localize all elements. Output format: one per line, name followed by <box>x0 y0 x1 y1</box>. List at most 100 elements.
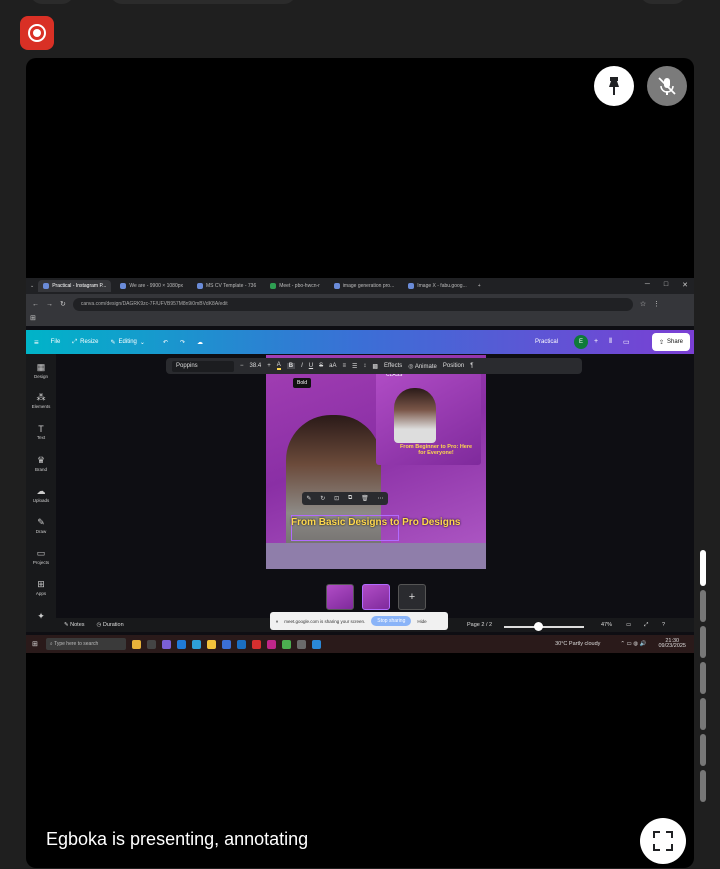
cloud-save-icon[interactable]: ☁ <box>197 339 203 346</box>
add-collaborator-icon[interactable]: + <box>594 338 598 346</box>
magic-edit-icon[interactable]: ✎ <box>306 495 311 502</box>
page-thumbnail[interactable] <box>326 584 354 610</box>
browser-tab[interactable]: Meet - pbo-hwcn-r <box>265 280 325 292</box>
sidebar-item-elements[interactable]: ⁂ Elements <box>26 392 56 409</box>
browser-tab[interactable]: MS CV Template - 736 <box>192 280 261 292</box>
align-icon[interactable]: ≡ <box>342 363 346 369</box>
position-button[interactable]: Position <box>443 363 464 369</box>
redo-button[interactable]: ↷ <box>180 339 185 346</box>
help-icon[interactable]: ? <box>662 622 665 628</box>
reload-icon[interactable]: ↻ <box>60 300 66 308</box>
sidebar-item-text[interactable]: T Text <box>26 424 56 440</box>
magic-button[interactable]: ✦ <box>26 611 56 623</box>
stop-sharing-button[interactable]: Stop sharing <box>371 616 412 626</box>
back-icon[interactable]: ← <box>32 301 39 308</box>
windows-start-icon[interactable]: ⊞ <box>32 640 38 648</box>
close-icon[interactable]: ✕ <box>682 281 688 289</box>
copy-style-icon[interactable]: ¶ <box>470 363 473 369</box>
text-color-icon[interactable]: A <box>276 362 281 370</box>
address-bar[interactable]: canva.com/design/DAGRK9zc-7F/UFVB957M8n9… <box>72 297 633 311</box>
app-icon[interactable] <box>161 639 171 649</box>
animate-button[interactable]: ◎ Animate <box>408 363 437 370</box>
page-thumbnail[interactable] <box>362 584 390 610</box>
browser-tab[interactable]: Practical - Instagram P... <box>38 280 112 292</box>
apps-grid-icon[interactable]: ⊞ <box>30 315 36 322</box>
analytics-icon[interactable]: ⫴ <box>609 338 612 346</box>
case-button[interactable]: aA <box>329 363 336 369</box>
taskbar-search-box[interactable]: ⌕ Type here to search <box>45 638 126 650</box>
font-size-value[interactable]: 38.4 <box>250 363 262 369</box>
new-tab-button[interactable]: + <box>478 283 481 289</box>
clock[interactable]: 21:30 09/23/2025 <box>658 638 686 650</box>
youtube-icon[interactable] <box>251 639 261 649</box>
spacing-icon[interactable]: ↕ <box>363 363 366 369</box>
transparency-icon[interactable]: ▩ <box>372 363 378 370</box>
top-control[interactable] <box>30 0 74 4</box>
edge-icon[interactable] <box>176 639 186 649</box>
file-menu[interactable]: File <box>51 339 61 345</box>
recording-button[interactable] <box>20 16 54 50</box>
document-title[interactable]: Practical <box>535 339 558 345</box>
duplicate-icon[interactable]: ⧉ <box>348 495 352 502</box>
browser-tab[interactable]: image generation pro... <box>329 280 399 292</box>
italic-button[interactable]: I <box>301 363 303 369</box>
browser-tab[interactable]: Image X - fabu.goog... <box>403 280 471 292</box>
comments-icon[interactable]: ▭ <box>623 338 630 346</box>
zoom-slider[interactable] <box>504 626 584 628</box>
chrome-icon[interactable] <box>281 639 291 649</box>
mail-icon[interactable] <box>236 639 246 649</box>
inset-design-card[interactable]: CLASS From Beginner to Pro: Here for Eve… <box>376 370 481 465</box>
browser-tab[interactable]: We are - 9900 × 1080px <box>115 280 188 292</box>
mute-status-button[interactable] <box>647 66 687 106</box>
file-explorer-icon[interactable] <box>206 639 216 649</box>
participant-scrollbar-thumb[interactable] <box>700 550 706 586</box>
lock-icon[interactable]: ⊡ <box>334 495 339 502</box>
add-page-button[interactable]: + <box>398 584 426 610</box>
bold-button[interactable]: B <box>286 363 296 369</box>
rotate-icon[interactable]: ↻ <box>320 495 325 502</box>
grid-view-icon[interactable]: ▭ <box>626 622 631 628</box>
page-indicator[interactable]: Page 2 / 2 <box>467 622 492 628</box>
font-size-decrease[interactable]: − <box>240 363 244 369</box>
strikethrough-button[interactable]: S <box>319 363 323 369</box>
delete-icon[interactable]: 🗑 <box>361 495 369 502</box>
notes-button[interactable]: ✎ Notes <box>64 622 85 628</box>
forward-icon[interactable]: → <box>46 301 53 308</box>
copilot-icon[interactable] <box>131 639 141 649</box>
design-headline[interactable]: From Basic Designs to Pro Designs <box>291 517 461 529</box>
weather-widget[interactable]: 30°C Partly cloudy <box>555 641 600 647</box>
app-icon[interactable] <box>191 639 201 649</box>
editing-mode-menu[interactable]: ✎ Editing ⌄ <box>111 339 145 346</box>
avatar[interactable]: E <box>574 335 588 349</box>
sidebar-item-apps[interactable]: ⊞ Apps <box>26 579 56 596</box>
app-icon[interactable] <box>296 639 306 649</box>
system-tray-icons[interactable]: ⌃ ▭ ◍ 🔊 <box>620 641 646 647</box>
bookmark-star-icon[interactable]: ☆ <box>640 300 646 308</box>
font-size-increase[interactable]: + <box>267 363 271 369</box>
sidebar-item-projects[interactable]: ▭ Projects <box>26 548 56 565</box>
underline-button[interactable]: U <box>309 363 313 369</box>
maximize-icon[interactable]: □ <box>664 281 668 289</box>
task-view-icon[interactable] <box>146 639 156 649</box>
minimize-icon[interactable]: ─ <box>645 281 650 289</box>
list-icon[interactable]: ☰ <box>352 363 357 370</box>
top-control[interactable] <box>110 0 296 4</box>
browser-menu-icon[interactable]: ⋮ <box>653 300 660 308</box>
sidebar-item-design[interactable]: ▦ Design <box>26 362 56 379</box>
share-button[interactable]: ⇪ Share <box>651 333 690 351</box>
pin-button[interactable] <box>594 66 634 106</box>
zoom-slider-handle[interactable] <box>534 622 543 631</box>
more-options-icon[interactable]: ⋯ <box>378 495 384 502</box>
resize-menu[interactable]: ⤢ Resize <box>72 339 98 346</box>
sidebar-item-brand[interactable]: ♛ Brand <box>26 455 56 472</box>
tab-menu-icon[interactable]: ⌄ <box>30 283 34 289</box>
telegram-icon[interactable] <box>311 639 321 649</box>
undo-button[interactable]: ↶ <box>163 339 168 346</box>
store-icon[interactable] <box>221 639 231 649</box>
hide-button[interactable]: Hide <box>417 619 426 624</box>
hamburger-menu-icon[interactable]: ≡ <box>34 338 39 347</box>
app-icon[interactable] <box>266 639 276 649</box>
duration-button[interactable]: ◷ Duration <box>97 622 124 628</box>
sidebar-item-draw[interactable]: ✎ Draw <box>26 517 56 534</box>
fullscreen-button[interactable] <box>640 818 686 864</box>
